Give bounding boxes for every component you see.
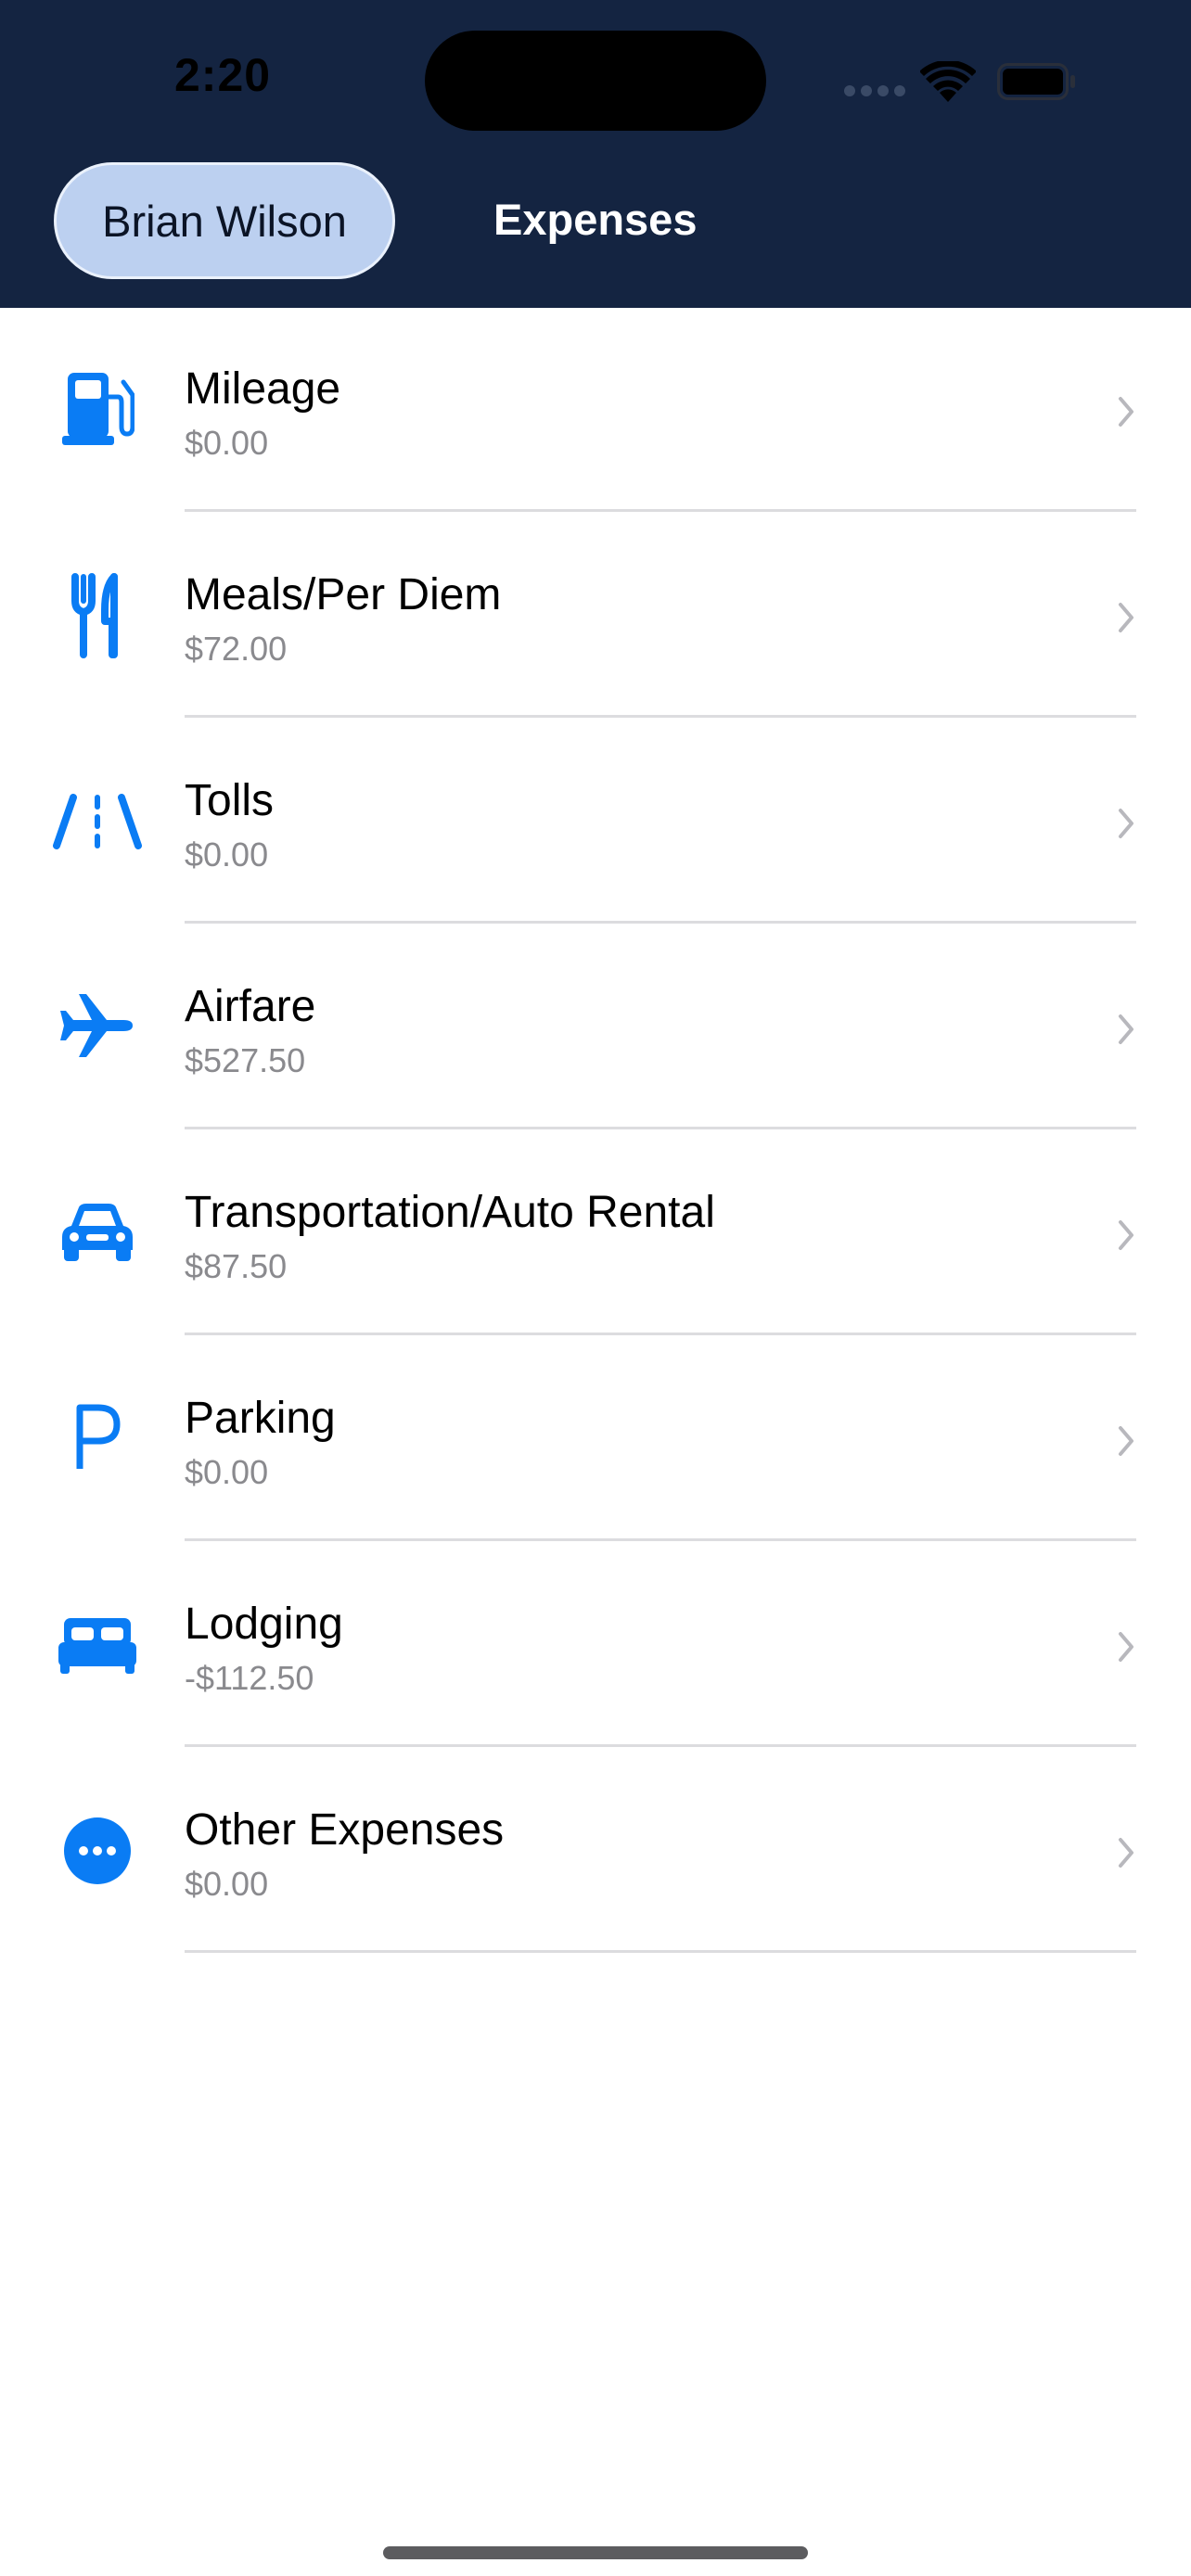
expense-row-airfare[interactable]: Airfare $527.50 <box>0 924 1191 1129</box>
expense-list: Mileage $0.00 Meals/Per Diem $72.00 Toll… <box>0 308 1191 1953</box>
chevron-right-icon <box>1119 809 1133 838</box>
expense-amount: $0.00 <box>185 1865 269 1903</box>
fork-knife-icon <box>51 569 144 662</box>
more-ellipsis-icon <box>51 1804 144 1897</box>
expense-row-other[interactable]: Other Expenses $0.00 <box>0 1747 1191 1953</box>
expense-row-tolls[interactable]: Tolls $0.00 <box>0 718 1191 924</box>
expense-amount: $0.00 <box>185 1453 269 1491</box>
fuel-pump-icon <box>51 362 144 454</box>
parking-icon <box>51 1391 144 1484</box>
expense-row-meals[interactable]: Meals/Per Diem $72.00 <box>0 512 1191 718</box>
road-lanes-icon <box>51 775 144 868</box>
expense-amount: $0.00 <box>185 424 269 462</box>
expense-title: Mileage <box>185 364 341 414</box>
expense-amount: $72.00 <box>185 630 288 668</box>
expense-row-transportation[interactable]: Transportation/Auto Rental $87.50 <box>0 1129 1191 1335</box>
page-title: Expenses <box>493 195 698 244</box>
chevron-right-icon <box>1119 1632 1133 1662</box>
expense-amount: -$112.50 <box>185 1659 314 1697</box>
chevron-right-icon <box>1119 1426 1133 1456</box>
expense-title: Meals/Per Diem <box>185 570 502 619</box>
battery-icon <box>997 63 1075 100</box>
bed-icon <box>51 1599 144 1691</box>
car-icon <box>51 1185 144 1278</box>
home-indicator[interactable] <box>383 2546 808 2559</box>
dynamic-island <box>425 31 766 131</box>
expenses-screen: 2:20 Brian Wilson Expenses Mileage $0.00… <box>0 0 1191 2576</box>
back-button[interactable]: Brian Wilson <box>54 162 395 279</box>
expense-amount: $0.00 <box>185 835 269 874</box>
expense-title: Lodging <box>185 1600 343 1649</box>
expense-title: Other Expenses <box>185 1805 505 1855</box>
status-time: 2:20 <box>174 49 272 101</box>
wifi-icon <box>920 61 976 102</box>
expense-title: Airfare <box>185 982 316 1031</box>
expense-row-parking[interactable]: Parking $0.00 <box>0 1335 1191 1541</box>
row-divider <box>185 1950 1136 1953</box>
expense-row-mileage[interactable]: Mileage $0.00 <box>0 308 1191 512</box>
chevron-right-icon <box>1119 1014 1133 1044</box>
expense-title: Tolls <box>185 776 275 825</box>
chevron-right-icon <box>1119 1838 1133 1868</box>
chevron-right-icon <box>1119 397 1133 427</box>
expense-title: Transportation/Auto Rental <box>185 1188 715 1237</box>
chevron-right-icon <box>1119 603 1133 632</box>
expense-amount: $527.50 <box>185 1041 306 1079</box>
navigation-header: 2:20 Brian Wilson Expenses <box>0 0 1191 308</box>
chevron-right-icon <box>1119 1220 1133 1250</box>
expense-amount: $87.50 <box>185 1247 288 1285</box>
cellular-signal-icon <box>844 85 905 96</box>
airplane-icon <box>51 979 144 1072</box>
expense-title: Parking <box>185 1394 336 1443</box>
expense-row-lodging[interactable]: Lodging -$112.50 <box>0 1541 1191 1747</box>
